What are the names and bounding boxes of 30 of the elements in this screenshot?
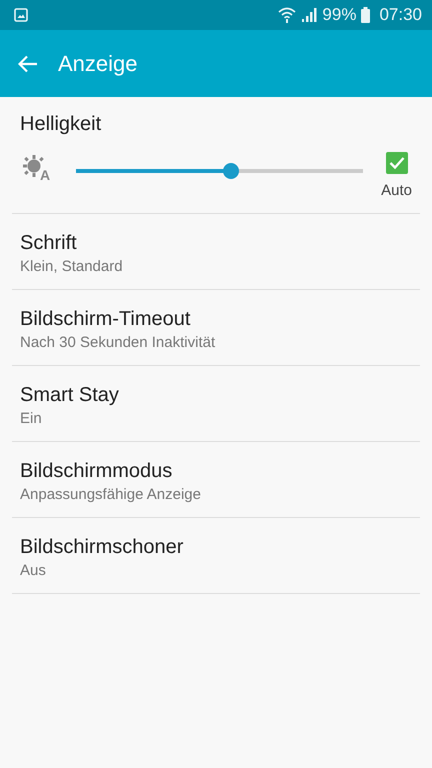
settings-item[interactable]: Schrift Klein, Standard <box>12 214 420 290</box>
clock: 07:30 <box>379 5 422 25</box>
setting-title: Bildschirmschoner <box>20 536 184 559</box>
back-arrow-icon <box>18 54 38 72</box>
settings-item[interactable]: Bildschirmmodus Anpassungsfähige Anzeige <box>12 442 420 518</box>
screen-title: Anzeige <box>58 50 138 76</box>
auto-checkbox[interactable] <box>386 152 408 174</box>
wifi-icon <box>278 6 296 24</box>
slider-thumb[interactable] <box>223 162 240 178</box>
check-icon <box>388 156 405 170</box>
battery-percentage: 99% <box>322 5 356 25</box>
setting-title: Bildschirm-Timeout <box>20 308 192 331</box>
setting-summary: Aus <box>20 562 47 579</box>
auto-label: Auto <box>381 182 412 199</box>
image-notification-icon <box>14 8 28 22</box>
auto-letter: A <box>40 168 50 182</box>
setting-summary: Ein <box>20 410 43 427</box>
settings-item[interactable]: Smart Stay Ein <box>12 366 420 442</box>
battery-icon <box>361 7 370 23</box>
setting-title: Bildschirmmodus <box>20 460 174 483</box>
settings-item[interactable]: Bildschirmschoner Aus <box>12 518 420 594</box>
setting-title: Smart Stay <box>20 384 120 407</box>
brightness-slider[interactable] <box>76 162 364 178</box>
setting-summary: Nach 30 Sekunden Inaktivität <box>20 334 216 351</box>
setting-title: Schrift <box>20 232 78 255</box>
setting-summary: Anpassungsfähige Anzeige <box>20 486 202 503</box>
settings-item[interactable]: Bildschirm-Timeout Nach 30 Sekunden Inaktivität <box>12 290 420 366</box>
brightness-label: Helligkeit <box>20 113 102 136</box>
signal-icon <box>301 8 318 22</box>
setting-summary: Klein, Standard <box>20 258 124 275</box>
